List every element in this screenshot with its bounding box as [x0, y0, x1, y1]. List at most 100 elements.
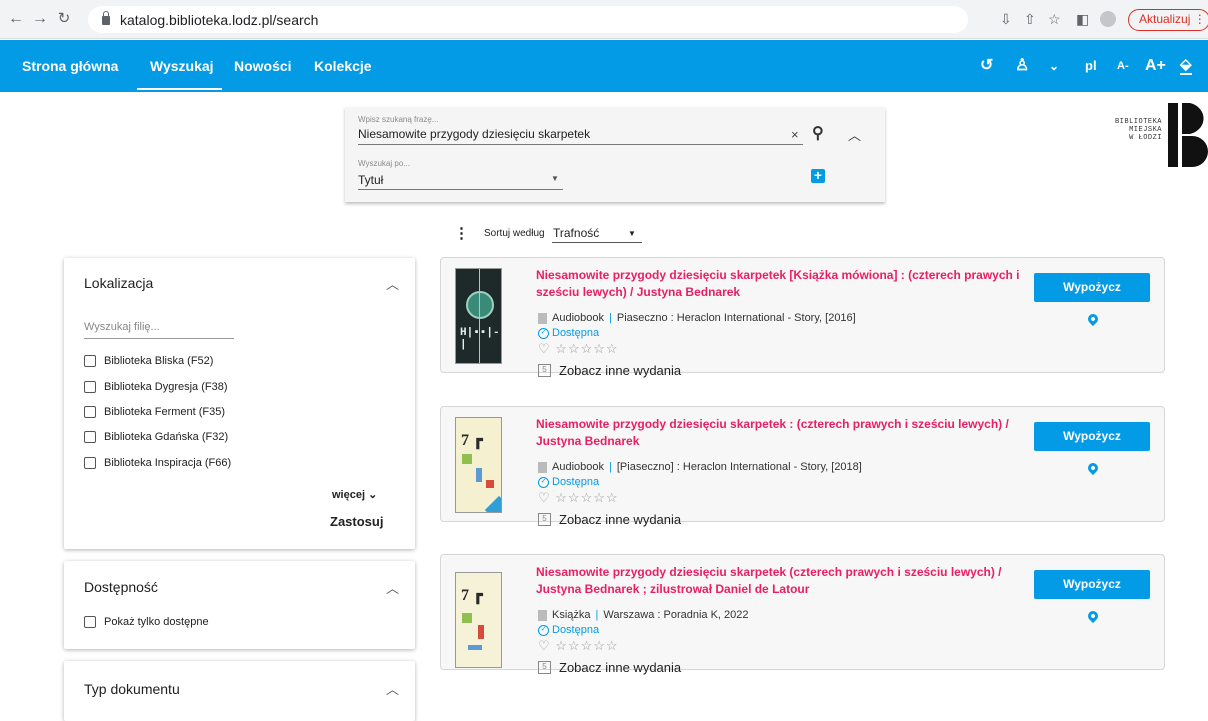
lock-icon	[102, 11, 110, 25]
chevron-up-icon[interactable]: ︿	[386, 274, 399, 293]
chevron-up-icon[interactable]: ︿	[386, 578, 399, 597]
result-meta: Audiobook | Piaseczno : Heraclon Internati…	[538, 312, 856, 324]
history-icon[interactable]: ↺	[980, 56, 993, 76]
top-nav: Strona główna Wyszukaj Nowości Kolekcje …	[0, 40, 1208, 92]
availability-status: ✓ Dostępna	[538, 624, 599, 636]
status-label: Dostępna	[552, 624, 600, 636]
branch-search-input[interactable]: Wyszukaj filię...	[84, 321, 160, 333]
chevron-down-icon[interactable]: ⌄	[1049, 56, 1059, 76]
location-pin-icon[interactable]	[1085, 608, 1101, 624]
editions-label: Zobacz inne wydania	[559, 512, 682, 527]
rating-stars[interactable]: ♡ ☆☆☆☆☆	[538, 490, 619, 506]
clear-icon[interactable]: ×	[791, 127, 799, 142]
nav-home[interactable]: Strona główna	[22, 58, 118, 74]
location-pin-icon[interactable]	[1085, 460, 1101, 476]
rating-stars[interactable]: ♡ ☆☆☆☆☆	[538, 341, 619, 357]
checkbox[interactable]	[84, 406, 96, 418]
branch-label: Biblioteka Bliska (F52)	[104, 355, 214, 367]
book-icon	[538, 609, 547, 621]
logo-line: W ŁODZI	[1129, 134, 1162, 142]
chevron-down-icon: ⌄	[368, 489, 378, 501]
dropdown-arrow-icon[interactable]: ▼	[551, 174, 559, 183]
editions-label: Zobacz inne wydania	[559, 660, 682, 675]
rating-stars[interactable]: ♡ ☆☆☆☆☆	[538, 638, 619, 654]
editions-label: Zobacz inne wydania	[559, 363, 682, 378]
user-icon[interactable]: ♙	[1015, 56, 1029, 76]
logo-line: MIEJSKA	[1129, 126, 1162, 134]
language-switch[interactable]: pl	[1085, 56, 1097, 76]
result-publisher: Warszawa : Poradnia K, 2022	[603, 609, 749, 621]
contrast-icon[interactable]: ⬙	[1180, 56, 1192, 75]
doctype-filter-panel: Typ dokumentu ︿	[64, 661, 415, 721]
search-by-label: Wyszukaj po...	[358, 159, 410, 168]
font-larger-button[interactable]: A+	[1145, 56, 1166, 76]
borrow-button[interactable]: Wypożycz	[1034, 422, 1150, 451]
nav-search[interactable]: Wyszukaj	[150, 58, 214, 74]
share-icon[interactable]: ⇧	[1024, 11, 1036, 27]
result-title[interactable]: Niesamowite przygody dziesięciu skarpete…	[536, 564, 1041, 598]
search-by-select[interactable]: Tytuł	[358, 173, 383, 187]
location-pin-icon[interactable]	[1085, 311, 1101, 327]
search-icon[interactable]: ⚲	[812, 123, 824, 143]
result-publisher: [Piaseczno] : Heraclon International - S…	[616, 461, 862, 473]
branch-option[interactable]: Biblioteka Dygresja (F38)	[84, 381, 228, 393]
availability-title: Dostępność	[84, 579, 158, 595]
phrase-label: Wpisz szukaną frazę...	[358, 115, 439, 124]
checkbox[interactable]	[84, 616, 96, 628]
book-cover[interactable]: 7 ┏	[455, 417, 502, 513]
branch-option[interactable]: Biblioteka Gdańska (F32)	[84, 431, 228, 443]
forward-icon[interactable]: →	[30, 10, 50, 28]
available-only-option[interactable]: Pokaż tylko dostępne	[84, 616, 209, 628]
check-circle-icon: ✓	[538, 476, 549, 488]
result-title[interactable]: Niesamowite przygody dziesięciu skarpete…	[536, 416, 1041, 450]
checkbox[interactable]	[84, 431, 96, 443]
back-icon[interactable]: ←	[6, 10, 26, 28]
search-input[interactable]: Niesamowite przygody dziesięciu skarpete…	[358, 127, 590, 141]
doctype-title: Typ dokumentu	[84, 681, 180, 697]
branch-option[interactable]: Biblioteka Inspiracja (F66)	[84, 457, 231, 469]
active-tab-indicator	[137, 88, 222, 90]
checkbox[interactable]	[84, 457, 96, 469]
branch-option[interactable]: Biblioteka Ferment (F35)	[84, 406, 225, 418]
see-editions-link[interactable]: 5 Zobacz inne wydania	[538, 363, 681, 378]
nav-collections[interactable]: Kolekcje	[314, 58, 372, 74]
apply-button[interactable]: Zastosuj	[330, 514, 383, 529]
checkbox[interactable]	[84, 355, 96, 367]
more-options-icon[interactable]: ⋮	[454, 224, 469, 242]
location-filter-panel: Lokalizacja ︿ Wyszukaj filię... Bibliote…	[64, 258, 415, 549]
sidepanel-icon[interactable]: ◧	[1076, 11, 1089, 27]
book-cover[interactable]: H|▪▪|-|	[455, 268, 502, 364]
see-editions-link[interactable]: 5 Zobacz inne wydania	[538, 512, 681, 527]
result-card: H|▪▪|-| Niesamowite przygody dziesięciu …	[440, 257, 1165, 378]
reload-icon[interactable]: ↻	[54, 10, 74, 28]
chevron-up-icon[interactable]: ︿	[848, 125, 861, 144]
status-label: Dostępna	[552, 327, 600, 339]
update-button[interactable]: Aktualizuj ⋮	[1128, 9, 1208, 31]
library-logo-icon	[1168, 103, 1208, 167]
branch-option[interactable]: Biblioteka Bliska (F52)	[84, 355, 213, 367]
install-icon[interactable]: ⇩	[1000, 11, 1012, 27]
star-icon[interactable]: ☆	[1048, 11, 1061, 27]
sort-select[interactable]: Trafność	[553, 226, 599, 240]
editions-icon: 5	[538, 661, 551, 674]
search-input-underline	[358, 144, 803, 145]
audiobook-icon	[538, 461, 547, 473]
result-title[interactable]: Niesamowite przygody dziesięciu skarpete…	[536, 267, 1041, 301]
font-smaller-button[interactable]: A-	[1117, 56, 1129, 76]
browser-toolbar: ← → ↻ katalog.biblioteka.lodz.pl/search …	[0, 0, 1208, 39]
sort-dropdown-icon[interactable]: ▼	[628, 229, 636, 238]
borrow-button[interactable]: Wypożycz	[1034, 273, 1150, 302]
more-link[interactable]: więcej ⌄	[332, 488, 377, 501]
branch-label: Biblioteka Dygresja (F38)	[104, 381, 228, 393]
book-cover[interactable]: 7 ┏	[455, 572, 502, 668]
add-criteria-button[interactable]: +	[811, 168, 825, 183]
availability-filter-panel: Dostępność ︿ Pokaż tylko dostępne	[64, 561, 415, 649]
nav-news[interactable]: Nowości	[234, 58, 292, 74]
checkbox[interactable]	[84, 381, 96, 393]
more-label: więcej	[332, 489, 366, 501]
profile-avatar[interactable]	[1100, 11, 1116, 27]
address-bar[interactable]: katalog.biblioteka.lodz.pl/search	[88, 6, 968, 33]
see-editions-link[interactable]: 5 Zobacz inne wydania	[538, 660, 681, 675]
borrow-button[interactable]: Wypożycz	[1034, 570, 1150, 599]
result-type: Audiobook	[552, 312, 604, 324]
